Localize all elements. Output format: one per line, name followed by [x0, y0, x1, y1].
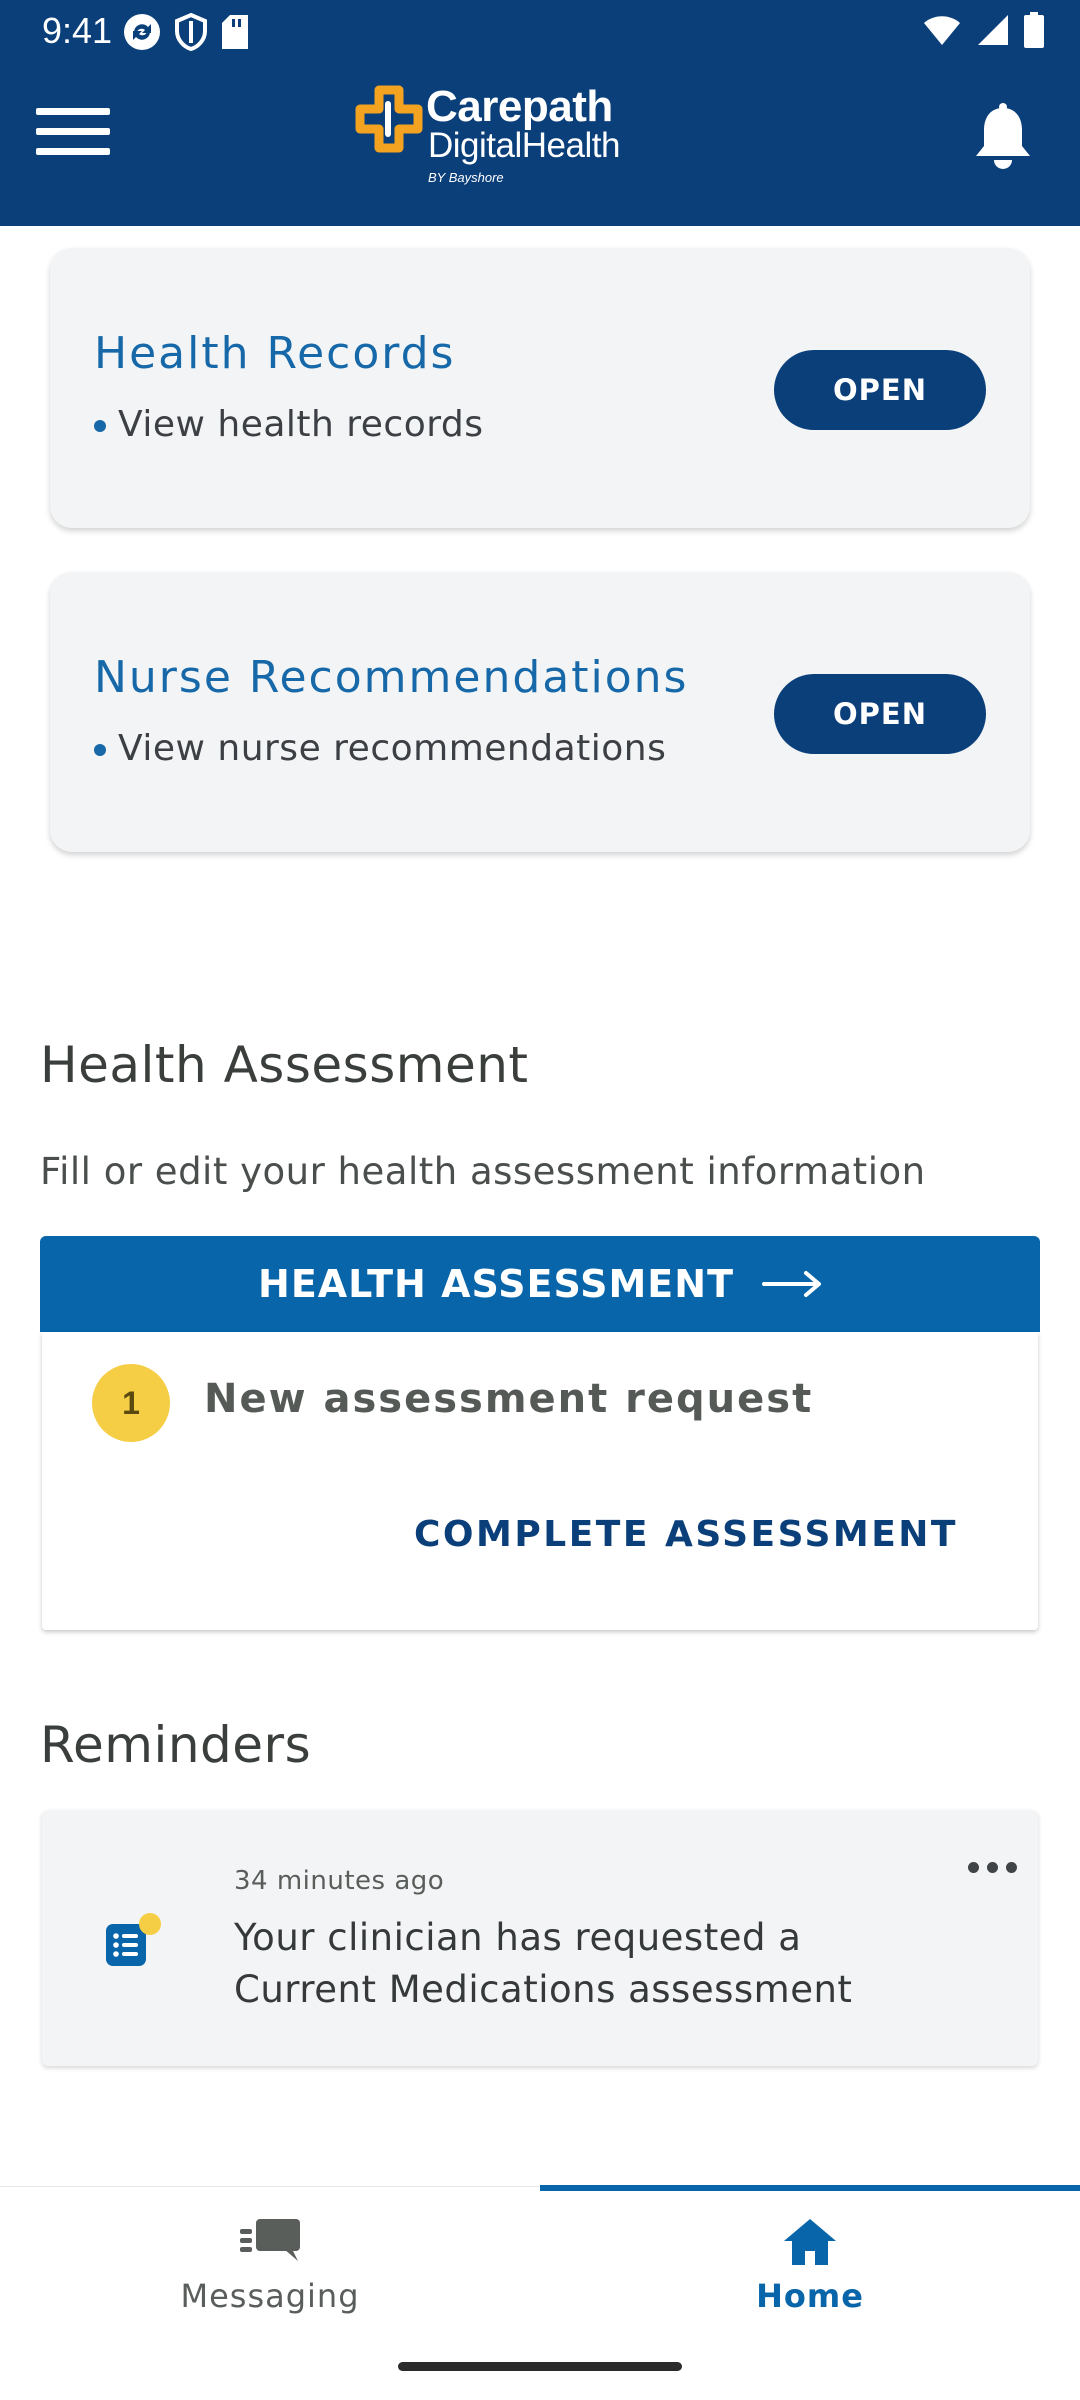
- request-count-badge: 1: [92, 1364, 170, 1442]
- more-options-icon[interactable]: [962, 1852, 1022, 1882]
- nav-home-label: Home: [756, 2277, 864, 2315]
- card-subtitle: View health records: [94, 404, 484, 445]
- reminder-item[interactable]: 34 minutes ago Your clinician has reques…: [42, 1810, 1038, 2066]
- chat-bubbles-icon: [240, 2219, 300, 2261]
- open-health-records-button[interactable]: OPEN: [774, 350, 986, 430]
- sd-card-icon: [222, 15, 248, 49]
- shield-icon: [175, 12, 207, 52]
- nurse-recommendations-card: Nurse Recommendations View nurse recomme…: [50, 572, 1030, 852]
- logo-product-name: DigitalHealth: [428, 126, 620, 165]
- sync-icon: [124, 14, 160, 50]
- cellular-signal-icon: [978, 15, 1008, 45]
- notification-bell-icon[interactable]: [970, 102, 1036, 172]
- reminder-message: Your clinician has requested a Current M…: [234, 1916, 853, 2011]
- hamburger-menu-button[interactable]: [36, 108, 112, 164]
- assessment-list-icon: [106, 1913, 161, 1966]
- card-title: Health Records: [94, 328, 456, 379]
- reminders-title: Reminders: [40, 1716, 312, 1774]
- nav-home[interactable]: Home: [540, 2185, 1080, 2347]
- reminder-timestamp: 34 minutes ago: [234, 1866, 445, 1896]
- health-assessment-description: Fill or edit your health assessment info…: [40, 1150, 926, 1193]
- complete-assessment-button[interactable]: COMPLETE ASSESSMENT: [414, 1514, 958, 1555]
- wifi-icon: [924, 16, 960, 45]
- home-gesture-indicator[interactable]: [398, 2362, 682, 2371]
- status-time: 9:41: [42, 10, 113, 51]
- menu-line: [36, 128, 110, 135]
- home-icon: [784, 2219, 836, 2265]
- battery-icon: [1024, 12, 1044, 48]
- status-notification-icons: [122, 12, 250, 52]
- health-assessment-title: Health Assessment: [40, 1036, 529, 1094]
- logo-cross-icon: [355, 85, 423, 153]
- health-assessment-button-label: HEALTH ASSESSMENT: [258, 1262, 734, 1306]
- bullet-icon: [94, 744, 106, 756]
- assessment-request-panel: 1 New assessment request COMPLETE ASSESS…: [42, 1332, 1038, 1630]
- new-assessment-request-text: New assessment request: [204, 1376, 814, 1422]
- bullet-icon: [94, 420, 106, 432]
- health-records-card: Health Records View health records OPEN: [50, 248, 1030, 528]
- logo-byline: BY Bayshore: [428, 170, 504, 185]
- arrow-right-icon: [761, 1271, 821, 1297]
- nav-messaging-label: Messaging: [180, 2277, 360, 2315]
- nav-messaging[interactable]: Messaging: [0, 2187, 540, 2347]
- status-system-icons: [922, 12, 1044, 48]
- menu-line: [36, 148, 110, 155]
- card-subtitle: View nurse recommendations: [94, 728, 666, 769]
- menu-line: [36, 108, 110, 115]
- health-assessment-button[interactable]: HEALTH ASSESSMENT: [40, 1236, 1040, 1332]
- card-title: Nurse Recommendations: [94, 652, 689, 703]
- status-bar: 9:41: [0, 0, 1080, 62]
- carepath-logo: Carepath DigitalHealth BY Bayshore: [354, 82, 654, 192]
- open-nurse-recommendations-button[interactable]: OPEN: [774, 674, 986, 754]
- logo-brand-name: Carepath: [426, 82, 613, 131]
- app-header: 9:41 Carepath DigitalHealth BY Bayshore: [0, 0, 1080, 226]
